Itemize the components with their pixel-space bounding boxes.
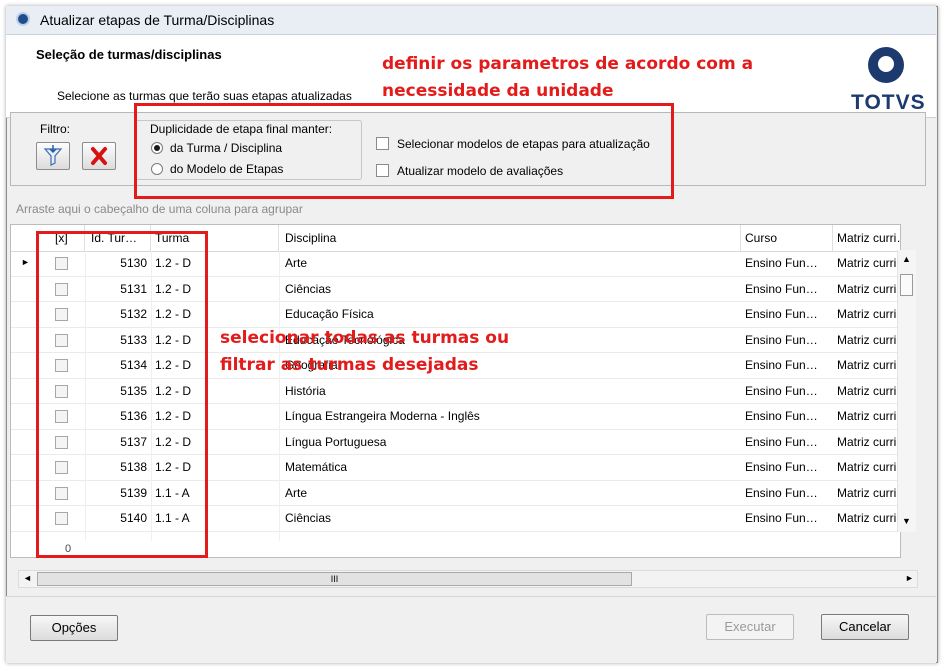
red-x-icon [91,147,107,165]
footer-bar [6,596,936,663]
cancelar-button[interactable]: Cancelar [821,614,909,640]
funnel-icon [43,145,63,166]
section-subtitle: Selecione as turmas que terão suas etapa… [57,89,352,103]
horizontal-scrollbar[interactable]: ◄ III ► [18,570,918,588]
cell-matriz: Matriz curri [837,358,897,372]
cell-curso: Ensino Fun… [745,409,818,423]
cell-curso: Ensino Fun… [745,332,818,347]
cell-curso: Ensino Fun… [745,485,818,500]
col-header-disciplina[interactable]: Disciplina [281,225,741,251]
annotation-mid-line1: selecionar todas as turmas ou [220,328,510,348]
row-selector[interactable] [11,506,37,531]
annotation-top-line1: definir os parametros de acordo com a [382,54,754,74]
annotation-mid-line2: filtrar as turmas desejadas [220,355,479,375]
row-selector[interactable]: ► [11,251,37,276]
cell-matriz: Matriz curri [837,460,897,474]
cell-disciplina: Educação Física [285,307,374,321]
filter-label: Filtro: [40,122,70,136]
row-selector[interactable] [11,277,37,302]
cell-curso: Ensino Fun… [745,281,818,296]
row-selector[interactable] [11,353,37,378]
cell-matriz: Matriz curri [837,409,897,423]
cell-disciplina: Arte [285,256,308,270]
cell-matriz: Matriz curri [837,434,897,449]
title-bar: Atualizar etapas de Turma/Disciplinas [6,6,936,35]
row-selector[interactable] [11,302,37,327]
cell-disciplina: Ciências [285,511,332,525]
window-title: Atualizar etapas de Turma/Disciplinas [40,12,275,28]
cell-curso: Ensino Fun… [745,460,818,474]
cell-matriz: Matriz curri [837,332,897,347]
cell-matriz: Matriz curri [837,485,897,500]
scroll-down-icon[interactable]: ▼ [902,516,911,526]
opcoes-button[interactable]: Opções [30,615,118,641]
cell-matriz: Matriz curri [837,307,897,321]
annotation-checkbox-column-box [36,231,208,558]
cell-curso: Ensino Fun… [745,511,818,525]
cell-curso: Ensino Fun… [745,358,818,372]
vertical-scrollbar[interactable]: ▲ ▼ [897,250,916,532]
cell-curso: Ensino Fun… [745,256,818,270]
row-selector[interactable] [11,379,37,404]
row-selector[interactable] [11,455,37,480]
totvs-logo-icon [868,47,904,83]
annotation-parameters-box [134,103,674,199]
col-header-matriz[interactable]: Matriz curri… [833,225,900,251]
current-row-arrow-icon: ► [21,257,30,267]
row-selector[interactable] [11,481,37,506]
row-selector[interactable] [11,328,37,353]
apply-filter-button[interactable] [36,142,70,170]
cell-matriz: Matriz curri [837,281,897,296]
cell-disciplina: Matemática [285,460,348,474]
cell-matriz: Matriz curri [837,256,897,270]
cell-matriz: Matriz curri [837,511,897,525]
cell-matriz: Matriz curri [837,383,897,398]
cell-curso: Ensino Fun… [745,383,818,398]
scroll-up-icon[interactable]: ▲ [902,254,911,264]
annotation-top-line2: necessidade da unidade [382,81,614,101]
cell-disciplina: Ciências [285,281,332,296]
vertical-scroll-thumb[interactable] [900,274,913,296]
row-selector[interactable] [11,404,37,429]
cell-disciplina: Arte [285,485,308,500]
column-divider [279,251,280,541]
cell-curso: Ensino Fun… [745,307,818,321]
cell-disciplina: Língua Estrangeira Moderna - Inglês [285,409,480,423]
cell-disciplina: Língua Portuguesa [285,434,387,449]
section-title: Seleção de turmas/disciplinas [36,47,222,62]
scroll-right-icon[interactable]: ► [905,573,914,583]
col-header-curso[interactable]: Curso [741,225,833,251]
cell-disciplina: História [285,383,326,398]
group-drop-hint: Arraste aqui o cabeçalho de uma coluna p… [16,202,303,216]
row-selector[interactable] [11,430,37,455]
cell-curso: Ensino Fun… [745,434,818,449]
clear-filter-button[interactable] [82,142,116,170]
horizontal-scroll-thumb[interactable]: III [37,572,632,586]
app-icon [16,12,30,26]
scroll-left-icon[interactable]: ◄ [23,573,32,583]
executar-button[interactable]: Executar [706,614,794,640]
